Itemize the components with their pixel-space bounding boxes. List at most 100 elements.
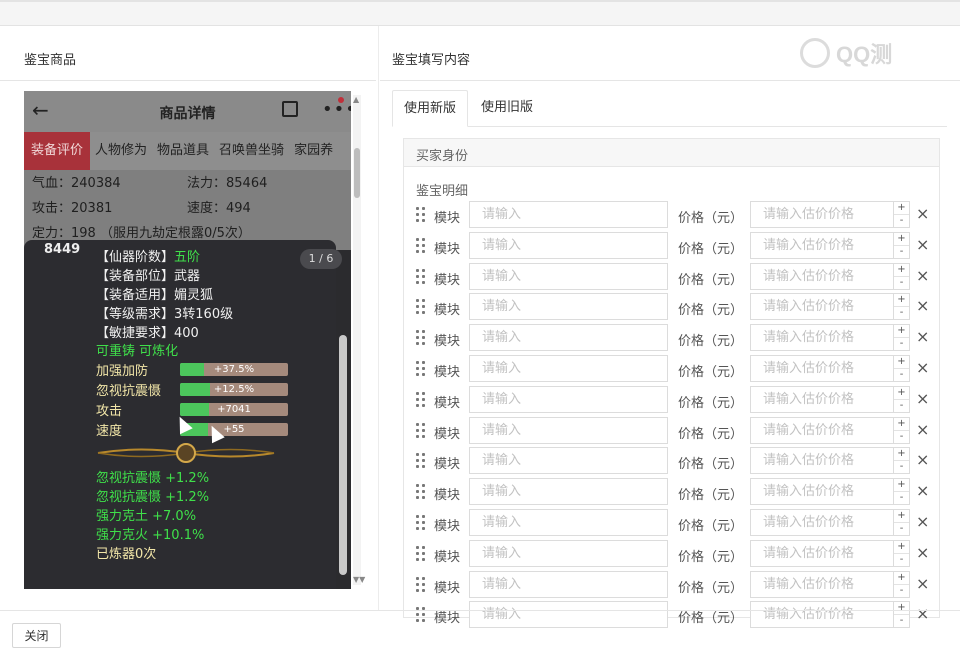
increment-button[interactable]: +	[894, 294, 909, 308]
drag-handle-icon[interactable]	[416, 515, 426, 531]
module-input[interactable]	[469, 570, 668, 598]
increment-button[interactable]: +	[894, 202, 909, 215]
price-input[interactable]	[750, 601, 894, 629]
price-stepper[interactable]: + -	[894, 416, 910, 444]
increment-button[interactable]: +	[894, 418, 909, 431]
close-button[interactable]: 关闭	[12, 623, 61, 648]
phone-tab[interactable]: 人物修为	[90, 132, 152, 170]
decrement-button[interactable]: -	[894, 215, 909, 228]
tab-new-version[interactable]: 使用新版	[392, 90, 469, 127]
drag-handle-icon[interactable]	[416, 576, 426, 593]
delete-row-icon[interactable]: ×	[916, 450, 929, 470]
price-input[interactable]	[750, 509, 894, 536]
price-stepper[interactable]: + -	[894, 324, 910, 352]
increment-button[interactable]: +	[894, 541, 909, 554]
decrement-button[interactable]: -	[894, 492, 909, 505]
delete-row-icon[interactable]: ×	[916, 574, 929, 594]
module-input[interactable]	[469, 509, 668, 536]
price-input[interactable]	[750, 447, 894, 475]
increment-button[interactable]: +	[894, 325, 909, 339]
price-input[interactable]	[750, 231, 894, 259]
price-stepper[interactable]: + -	[894, 231, 910, 259]
increment-button[interactable]: +	[894, 356, 909, 369]
delete-row-icon[interactable]: ×	[916, 327, 929, 347]
drag-handle-icon[interactable]	[416, 299, 426, 315]
price-stepper[interactable]: + -	[894, 601, 910, 629]
increment-button[interactable]: +	[894, 448, 909, 462]
price-stepper[interactable]: + -	[894, 385, 910, 413]
price-stepper[interactable]: + -	[894, 262, 910, 290]
phone-tab[interactable]: 召唤兽坐骑	[214, 132, 289, 170]
increment-button[interactable]: +	[894, 264, 909, 277]
price-input[interactable]	[750, 539, 894, 567]
module-input[interactable]	[469, 262, 668, 290]
drag-handle-icon[interactable]	[416, 237, 426, 254]
module-input[interactable]	[469, 231, 668, 259]
price-stepper[interactable]: + -	[894, 478, 910, 506]
increment-button[interactable]: +	[894, 510, 909, 523]
share-icon[interactable]	[282, 101, 298, 117]
inner-scrollbar-thumb[interactable]	[339, 335, 347, 575]
price-input[interactable]	[750, 570, 894, 598]
tab-old-version[interactable]: 使用旧版	[470, 90, 544, 127]
drag-handle-icon[interactable]	[416, 391, 426, 408]
price-input[interactable]	[750, 478, 894, 506]
scroll-down-icon[interactable]: ▼▼	[353, 575, 365, 584]
delete-row-icon[interactable]: ×	[916, 512, 929, 532]
delete-row-icon[interactable]: ×	[916, 358, 929, 378]
price-stepper[interactable]: + -	[894, 201, 910, 228]
decrement-button[interactable]: -	[894, 431, 909, 444]
module-input[interactable]	[469, 385, 668, 413]
delete-row-icon[interactable]: ×	[916, 235, 929, 255]
delete-row-icon[interactable]: ×	[916, 266, 929, 286]
outer-scrollbar-thumb[interactable]	[354, 148, 360, 198]
phone-tab[interactable]: 装备评价	[24, 132, 91, 170]
module-input[interactable]	[469, 447, 668, 475]
increment-button[interactable]: +	[894, 479, 909, 493]
delete-row-icon[interactable]: ×	[916, 604, 929, 624]
drag-handle-icon[interactable]	[416, 268, 426, 285]
drag-handle-icon[interactable]	[416, 453, 426, 469]
phone-tab[interactable]: 物品道具	[152, 132, 214, 170]
module-input[interactable]	[469, 324, 668, 352]
decrement-button[interactable]: -	[894, 277, 909, 290]
delete-row-icon[interactable]: ×	[916, 481, 929, 501]
decrement-button[interactable]: -	[894, 400, 909, 413]
more-icon[interactable]: •••	[322, 99, 351, 120]
drag-handle-icon[interactable]	[416, 207, 426, 223]
module-input[interactable]	[469, 601, 668, 629]
price-input[interactable]	[750, 201, 894, 228]
drag-handle-icon[interactable]	[416, 545, 426, 562]
price-stepper[interactable]: + -	[894, 293, 910, 321]
module-input[interactable]	[469, 478, 668, 506]
price-input[interactable]	[750, 262, 894, 290]
decrement-button[interactable]: -	[894, 523, 909, 536]
drag-handle-icon[interactable]	[416, 361, 426, 377]
decrement-button[interactable]: -	[894, 369, 909, 382]
delete-row-icon[interactable]: ×	[916, 543, 929, 563]
decrement-button[interactable]: -	[894, 246, 909, 259]
module-input[interactable]	[469, 201, 668, 228]
decrement-button[interactable]: -	[894, 338, 909, 351]
scroll-up-icon[interactable]: ▲	[353, 95, 359, 104]
decrement-button[interactable]: -	[894, 585, 909, 598]
module-input[interactable]	[469, 416, 668, 444]
price-input[interactable]	[750, 416, 894, 444]
drag-handle-icon[interactable]	[416, 484, 426, 500]
delete-row-icon[interactable]: ×	[916, 296, 929, 316]
price-stepper[interactable]: + -	[894, 570, 910, 598]
delete-row-icon[interactable]: ×	[916, 420, 929, 440]
price-stepper[interactable]: + -	[894, 539, 910, 567]
increment-button[interactable]: +	[894, 602, 909, 616]
drag-handle-icon[interactable]	[416, 422, 426, 439]
delete-row-icon[interactable]: ×	[916, 204, 929, 224]
buyer-identity-header[interactable]: 买家身份	[404, 139, 939, 167]
decrement-button[interactable]: -	[894, 615, 909, 628]
increment-button[interactable]: +	[894, 387, 909, 400]
price-stepper[interactable]: + -	[894, 509, 910, 536]
decrement-button[interactable]: -	[894, 307, 909, 320]
price-stepper[interactable]: + -	[894, 355, 910, 382]
delete-row-icon[interactable]: ×	[916, 389, 929, 409]
price-stepper[interactable]: + -	[894, 447, 910, 475]
price-input[interactable]	[750, 293, 894, 321]
